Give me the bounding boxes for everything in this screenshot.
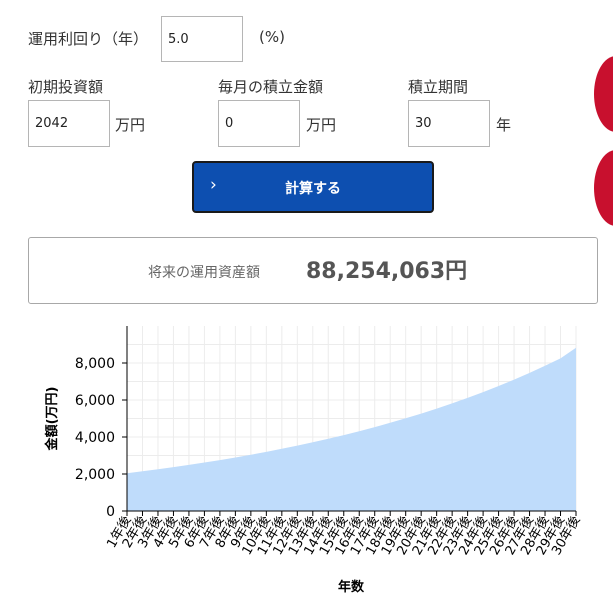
calculate-button[interactable]: › 計算する [192, 161, 434, 213]
initial-investment-input[interactable] [28, 100, 110, 147]
calculate-button-label: 計算する [285, 181, 341, 197]
result-value: 88,254,063円 [306, 259, 468, 284]
x-axis-title: 年数 [338, 579, 365, 595]
monthly-contribution-input[interactable] [218, 100, 300, 147]
rate-unit: (%) [259, 28, 285, 46]
y-tick-label: 4,000 [75, 430, 115, 446]
rate-label: 運用利回り（年） [28, 30, 149, 48]
monthly-contribution-unit: 万円 [306, 116, 337, 134]
result-label: 将来の運用資産額 [148, 265, 260, 281]
period-label: 積立期間 [408, 78, 469, 96]
decorative-circle-bottom [594, 150, 613, 226]
y-tick-label: 2,000 [75, 467, 115, 483]
y-axis-title: 金額(万円) [44, 387, 60, 452]
y-axis-ticks: 0 2,000 4,000 6,000 8,000 [75, 356, 127, 520]
result-box: 将来の運用資産額 88,254,063円 [28, 237, 598, 304]
y-tick-label: 0 [106, 504, 115, 520]
x-axis-ticks: 1年後2年後3年後4年後5年後6年後7年後8年後9年後10年後11年後12年後1… [104, 511, 583, 558]
period-unit: 年 [496, 116, 512, 134]
period-input[interactable] [408, 100, 490, 147]
initial-investment-label: 初期投資額 [28, 78, 104, 96]
monthly-contribution-label: 毎月の積立金額 [218, 78, 324, 96]
decorative-circle-top [594, 56, 613, 132]
growth-chart: 0 2,000 4,000 6,000 8,000 1年後2年後3年後4年後5年後6年後… [44, 326, 583, 595]
rate-input[interactable] [161, 16, 243, 62]
y-tick-label: 6,000 [75, 393, 115, 409]
y-tick-label: 8,000 [75, 356, 115, 372]
initial-investment-unit: 万円 [115, 116, 146, 134]
asset-growth-area [127, 347, 576, 511]
